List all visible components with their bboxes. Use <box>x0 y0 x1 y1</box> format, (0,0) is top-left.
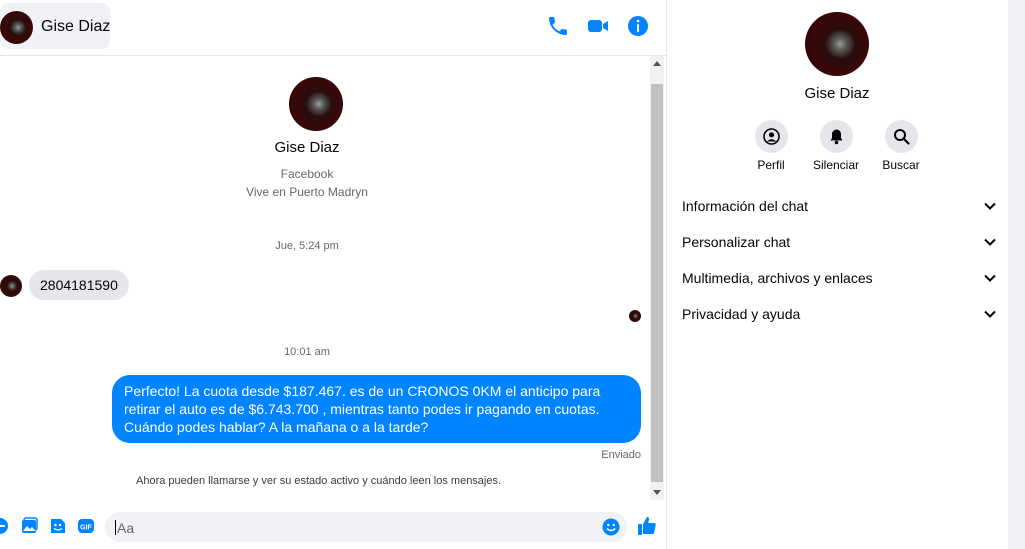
profile-icon <box>762 128 780 145</box>
scroll-thumb[interactable] <box>651 84 663 482</box>
contact-name: Gise Diaz <box>41 18 111 35</box>
message-input[interactable] <box>115 512 589 544</box>
menu-privacy-help-label: Privacidad y ayuda <box>682 306 801 322</box>
plus-circle-icon[interactable] <box>0 517 9 535</box>
action-mute-button[interactable] <box>819 120 853 153</box>
video-call-icon[interactable] <box>586 14 610 38</box>
gif-icon[interactable]: GIF <box>77 517 95 535</box>
window-edge <box>1008 0 1025 549</box>
bell-icon <box>830 129 842 145</box>
sidebar-name: Gise Diaz <box>804 85 870 102</box>
composer: GIF <box>0 501 666 549</box>
action-profile-label: Perfil <box>757 158 785 172</box>
profile-avatar[interactable] <box>289 77 343 131</box>
menu-customize-chat[interactable]: Personalizar chat <box>682 230 997 254</box>
emoji-icon[interactable] <box>602 518 620 536</box>
message-input-box[interactable] <box>105 512 627 544</box>
contact-chip[interactable]: Gise Diaz <box>0 3 110 49</box>
scroll-up-arrow[interactable] <box>653 61 661 66</box>
scrollbar[interactable] <box>650 56 664 500</box>
photo-icon[interactable] <box>20 517 38 535</box>
action-profile-button[interactable] <box>754 120 788 153</box>
thumbs-up-icon[interactable] <box>637 516 657 536</box>
info-panel: Gise Diaz Perfil Silenciar Buscar Inform… <box>667 0 1007 549</box>
chevron-down-icon <box>984 202 996 210</box>
action-search-label: Buscar <box>882 158 920 172</box>
menu-media-files[interactable]: Multimedia, archivos y enlaces <box>682 266 997 290</box>
menu-media-files-label: Multimedia, archivos y enlaces <box>682 270 873 286</box>
search-icon <box>893 129 910 145</box>
message-status: Enviado <box>601 449 641 461</box>
message-timestamp: Jue, 5:24 pm <box>275 240 339 252</box>
scroll-down-arrow[interactable] <box>653 490 661 495</box>
incoming-message[interactable]: 2804181590 <box>29 270 129 300</box>
info-notice: Ahora pueden llamarse y ver su estado ac… <box>136 475 502 487</box>
menu-privacy-help[interactable]: Privacidad y ayuda <box>682 302 997 326</box>
chat-header: Gise Diaz <box>0 0 666 56</box>
chat-panel: Gise Diaz Gise Diaz Facebook Vive en Pue… <box>0 0 667 549</box>
sticker-icon[interactable] <box>49 517 67 535</box>
message-timestamp: 10:01 am <box>284 346 330 358</box>
profile-source: Facebook <box>280 167 334 181</box>
chevron-down-icon <box>984 274 996 282</box>
action-profile[interactable]: Perfil <box>741 120 801 172</box>
action-mute-label: Silenciar <box>812 158 860 172</box>
menu-chat-info-label: Información del chat <box>682 198 809 214</box>
profile-name: Gise Diaz <box>274 139 340 156</box>
phone-icon[interactable] <box>546 14 570 38</box>
info-icon[interactable] <box>626 14 650 38</box>
menu-customize-chat-label: Personalizar chat <box>682 234 791 250</box>
sidebar-avatar[interactable] <box>805 12 869 76</box>
menu-chat-info[interactable]: Información del chat <box>682 194 997 218</box>
contact-avatar <box>0 11 33 44</box>
action-search-button[interactable] <box>884 120 918 153</box>
action-mute[interactable]: Silenciar <box>806 120 866 172</box>
chevron-down-icon <box>984 238 996 246</box>
chevron-down-icon <box>984 310 996 318</box>
action-search[interactable]: Buscar <box>871 120 931 172</box>
message-list[interactable]: Gise Diaz Facebook Vive en Puerto Madryn… <box>0 56 666 500</box>
read-receipt-avatar <box>629 310 641 322</box>
outgoing-message[interactable]: Perfecto! La cuota desde $187.467. es de… <box>112 375 641 443</box>
svg-text:GIF: GIF <box>80 525 92 532</box>
profile-location: Vive en Puerto Madryn <box>246 185 368 199</box>
sender-avatar <box>0 275 22 297</box>
